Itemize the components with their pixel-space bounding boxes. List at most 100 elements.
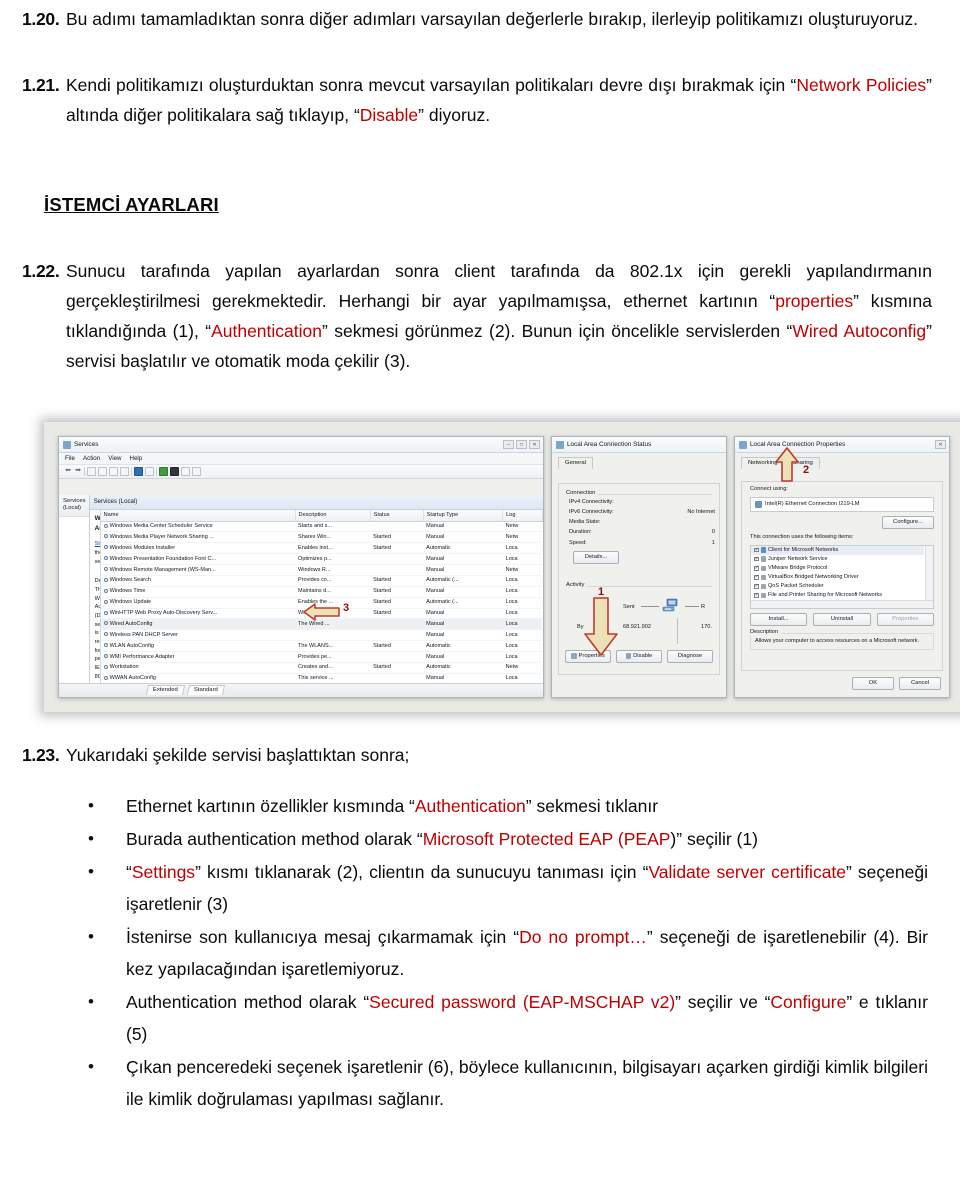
menu-view[interactable]: View <box>108 455 121 463</box>
checkbox[interactable] <box>754 547 759 552</box>
table-cell: Automatic (... <box>423 575 503 587</box>
menu-help[interactable]: Help <box>130 455 143 463</box>
table-row[interactable]: Windows Presentation Foundation Font C..… <box>100 553 543 566</box>
table-row[interactable]: Windows Search Provides co... Started Autom… <box>100 575 543 587</box>
disable-button-label: Disable <box>633 652 653 659</box>
cancel-button[interactable]: Cancel <box>899 676 941 690</box>
table-row[interactable]: Windows Time Maintains d... Started Manual L… <box>100 586 543 598</box>
highlight-wired-autoconfig: Wired Autoconfig <box>792 321 927 341</box>
service-icon <box>103 610 108 615</box>
tab-general[interactable]: General <box>558 457 593 470</box>
numbered-paragraph-1-20: 1.20. Bu adımı tamamladıktan sonra diğer… <box>22 4 932 34</box>
disable-button[interactable]: Disable <box>616 649 662 663</box>
properties-tabstrip[interactable]: Networking Sharing <box>735 453 949 470</box>
properties-window-controls[interactable]: ✕ <box>935 440 946 449</box>
services-window[interactable]: Services – □ ✕ File Action View Help ⬅ ➡… <box>58 436 544 698</box>
status-tabstrip[interactable]: General <box>552 453 726 470</box>
tab-extended[interactable]: Extended <box>145 685 186 696</box>
stop-service-icon[interactable] <box>170 467 179 476</box>
table-cell: Manual <box>423 521 503 533</box>
forward-icon[interactable]: ➡ <box>74 467 82 476</box>
restart-service-icon[interactable] <box>192 467 201 476</box>
network-items-list[interactable]: Client for Microsoft Networks Juniper Net… <box>750 544 934 609</box>
services-view-tabs[interactable]: Extended Standard <box>59 683 543 697</box>
properties-footer-buttons[interactable]: OK Cancel <box>852 676 941 690</box>
table-row[interactable]: WMI Performance Adapter Provides pe... Man… <box>100 651 543 663</box>
column-startup-type[interactable]: Startup Type <box>423 509 504 522</box>
services-tree-pane[interactable]: Services (Local) <box>59 495 90 683</box>
checkbox[interactable] <box>754 592 759 598</box>
column-description[interactable]: Description <box>295 509 371 522</box>
tree-root-item[interactable]: Services (Local) <box>59 495 89 517</box>
network-item-row[interactable]: Juniper Network Service <box>751 555 924 564</box>
local-area-connection-status-dialog[interactable]: Local Area Connection Status General Con… <box>551 436 727 698</box>
menu-action[interactable]: Action <box>83 455 100 463</box>
tab-standard[interactable]: Standard <box>186 685 225 696</box>
tab-extended-label: Extended <box>152 687 178 694</box>
callout-2: 2 <box>775 447 809 482</box>
items-vertical-scrollbar[interactable] <box>925 545 933 600</box>
field-value: No Internet <box>687 509 715 515</box>
close-icon[interactable]: ✕ <box>935 440 946 449</box>
table-cell: Manual <box>423 564 503 576</box>
pause-service-icon[interactable] <box>181 467 190 476</box>
export-list-icon[interactable] <box>98 467 107 476</box>
highlight-term: Authentication <box>414 796 526 816</box>
text-run: ” sekmesi tıklanır <box>525 796 659 816</box>
column-name[interactable]: Name <box>100 509 296 522</box>
table-cell: Loca <box>502 618 543 631</box>
table-cell: Started <box>370 608 424 620</box>
table-row[interactable]: Windows Media Center Scheduler Service St… <box>100 521 543 533</box>
checkbox[interactable] <box>754 583 759 589</box>
back-icon[interactable]: ⬅ <box>64 467 72 476</box>
menu-file[interactable]: File <box>65 455 75 463</box>
ok-button[interactable]: OK <box>852 676 894 690</box>
table-cell: Automatic <box>423 662 503 674</box>
local-area-connection-properties-dialog[interactable]: Local Area Connection Properties ✕ Netwo… <box>734 436 950 698</box>
paragraph-text: Bu adımı tamamladıktan sonra diğer adıml… <box>66 9 919 29</box>
table-row[interactable]: Workstation Creates and... Started Automati… <box>100 662 543 674</box>
services-toolbar[interactable]: ⬅ ➡ <box>59 465 543 479</box>
table-row[interactable]: Windows Remote Management (WS-Man... Wind… <box>100 564 543 576</box>
help-icon[interactable] <box>134 467 143 476</box>
start-service-icon[interactable] <box>159 467 168 476</box>
items-horizontal-scrollbar[interactable] <box>751 599 933 608</box>
minimize-button[interactable]: – <box>503 440 514 449</box>
table-row[interactable]: WWAN AutoConfig This service ... Manual Loc… <box>100 673 543 683</box>
close-button[interactable]: ✕ <box>529 440 540 449</box>
checkbox[interactable] <box>754 556 759 561</box>
numbered-paragraph-1-23: 1.23. Yukarıdaki şekilde servisi başlatt… <box>22 740 932 770</box>
adapter-name: Intel(R) Ethernet Connection I219-LM <box>765 501 860 508</box>
maximize-button[interactable]: □ <box>516 440 527 449</box>
column-status[interactable]: Status <box>370 509 424 522</box>
refresh-icon[interactable] <box>109 467 118 476</box>
table-row[interactable]: WLAN AutoConfig The WLANS... Started Automa… <box>100 640 543 653</box>
services-menubar[interactable]: File Action View Help <box>59 453 543 465</box>
table-cell <box>295 629 371 642</box>
configure-button[interactable]: Configure... <box>882 516 934 530</box>
checkbox[interactable] <box>754 565 759 571</box>
install-button[interactable]: Install... <box>750 612 808 626</box>
column-log-on-as[interactable]: Log <box>502 509 543 522</box>
network-item-row[interactable]: VMware Bridge Protocol <box>751 564 924 573</box>
network-item-row[interactable]: VirtualBox Bridged Networking Driver <box>751 573 924 582</box>
view-icon[interactable] <box>145 467 154 476</box>
details-button[interactable]: Details... <box>573 551 619 565</box>
services-window-controls[interactable]: – □ ✕ <box>503 440 540 449</box>
network-item-row[interactable]: QoS Packet Scheduler <box>751 582 924 591</box>
uninstall-button[interactable]: Uninstall <box>813 612 871 626</box>
properties-icon[interactable] <box>120 467 129 476</box>
cell-service-name: Windows Modules Installer <box>100 542 296 555</box>
services-list[interactable]: Name Description Status Startup Type Log <box>100 509 543 683</box>
network-item-row[interactable]: Client for Microsoft Networks <box>751 545 924 555</box>
diagnose-button[interactable]: Diagnose <box>667 649 713 663</box>
show-tree-icon[interactable] <box>87 467 96 476</box>
checkbox[interactable] <box>754 574 759 580</box>
table-row[interactable]: Windows Media Player Network Sharing ...… <box>100 531 543 544</box>
table-row[interactable]: Wired AutoConfig The Wired ... Manual Loca <box>100 618 543 631</box>
service-icon <box>103 556 108 561</box>
table-row[interactable]: Wireless PAN DHCP Server Manual Loca <box>100 629 543 642</box>
list-item: • Burada authentication method olarak “Mi… <box>88 823 932 855</box>
table-row[interactable]: Windows Modules Installer Enables inst...… <box>100 542 543 555</box>
